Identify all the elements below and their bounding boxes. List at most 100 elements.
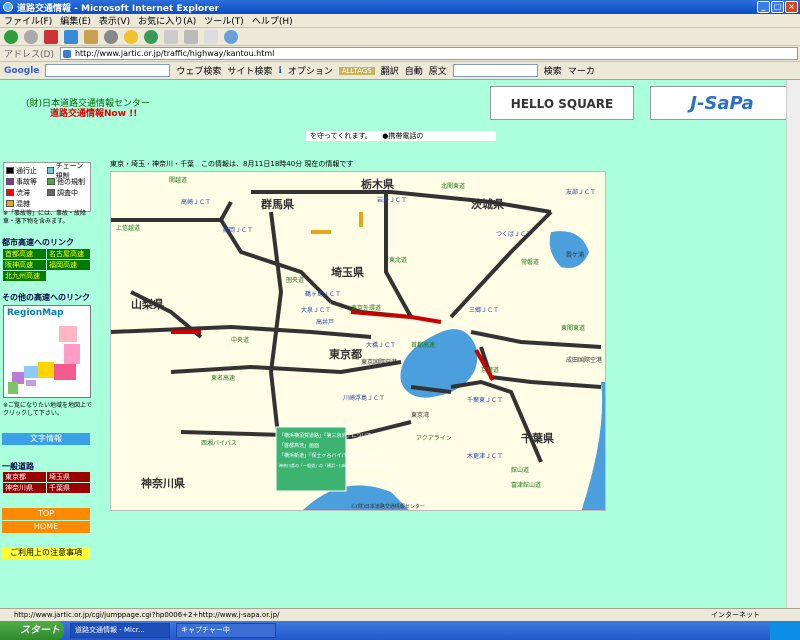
- info-box-line3: 「横浜新道」「保土ヶ谷バイパス」について: [279, 452, 376, 459]
- jam-gaikan: [350, 310, 412, 319]
- maximize-button[interactable]: □: [771, 1, 784, 13]
- stop-icon[interactable]: [44, 29, 58, 44]
- traffic-map[interactable]: 「横浜横須賀道路」「第三京浜」について 「首都高速」画面 「横浜新道」「保土ヶ谷…: [110, 171, 606, 511]
- legend-jam: 渋滞: [16, 188, 30, 197]
- traffic-legend: 通行止 チェーン規制 事故等 他の規制 渋滞 調査中 混雑: [3, 162, 91, 212]
- legend-accident: 事故等: [16, 177, 37, 186]
- site-search-button[interactable]: サイト検索: [227, 64, 272, 77]
- print-icon[interactable]: [184, 29, 198, 44]
- link-nagoya[interactable]: 名古屋高速: [47, 249, 90, 259]
- chain-swatch: [47, 167, 54, 174]
- top-button[interactable]: TOP: [2, 508, 90, 520]
- menu-file[interactable]: ファイル(F): [4, 14, 52, 27]
- road-label-kitakanto: 北関東道: [441, 182, 465, 190]
- start-button[interactable]: スタート: [0, 621, 64, 640]
- auto-button[interactable]: 自動: [405, 64, 423, 77]
- forward-icon[interactable]: [24, 29, 38, 44]
- kasumigaura: [549, 231, 589, 268]
- label-gunma: 群馬県: [260, 197, 294, 211]
- menu-view[interactable]: 表示(V): [99, 14, 130, 27]
- menu-favorites[interactable]: お気に入り(A): [138, 14, 196, 27]
- link-kitakyushu[interactable]: 北九州高速: [3, 271, 46, 281]
- address-bar: アドレス(D) http://www.jartic.or.jp/traffic/…: [0, 46, 800, 62]
- link-saitama[interactable]: 埼玉県: [47, 472, 90, 482]
- mail-icon[interactable]: [164, 29, 178, 44]
- vertical-scrollbar[interactable]: [786, 80, 800, 608]
- news-ticker: を守ってくれます。 ●携帯電話の: [306, 131, 496, 141]
- back-icon[interactable]: [4, 29, 18, 44]
- window-titlebar: 道路交通情報 - Microsoft Internet Explorer _ □…: [0, 0, 800, 14]
- messenger-icon[interactable]: [224, 29, 238, 44]
- link-fukuoka[interactable]: 福岡高速: [47, 260, 90, 270]
- survey-swatch: [47, 189, 55, 196]
- link-shutoko[interactable]: 首都高速: [3, 249, 46, 259]
- home-button[interactable]: HOME: [2, 521, 90, 533]
- label-narita: 成田国際空港: [566, 356, 602, 364]
- pacific-ocean: [581, 382, 605, 510]
- jct-kisarazu: 木更津ＪＣＴ: [467, 452, 503, 460]
- region-hokkaido[interactable]: [59, 326, 77, 342]
- urban-links: 首都高速 名古屋高速 阪神高速 福岡高速 北九州高速: [3, 249, 90, 281]
- link-hanshin[interactable]: 阪神高速: [3, 260, 46, 270]
- address-input[interactable]: http://www.jartic.or.jp/traffic/highway/…: [59, 47, 798, 60]
- search-icon[interactable]: [104, 29, 118, 44]
- status-url: http://www.jartic.or.jp/cgi/jumppage.cgi…: [14, 611, 280, 619]
- link-tokyo[interactable]: 東京都: [3, 472, 46, 482]
- region-tohoku[interactable]: [64, 344, 80, 364]
- options-button[interactable]: オプション: [288, 64, 333, 77]
- road-label-joshinetsu: 上信越道: [116, 224, 140, 232]
- road-label-keiyo: 京葉道: [481, 366, 499, 374]
- other-heading: その他の高速へのリンク: [2, 293, 90, 302]
- jct-oizumi: 大泉ＪＣＴ: [301, 306, 331, 314]
- window-title: 道路交通情報 - Microsoft Internet Explorer: [17, 3, 220, 14]
- region-shikoku[interactable]: [26, 380, 36, 386]
- page-content: (財)日本道路交通情報センター 道路交通情報Now !! HELLO SQUAR…: [0, 80, 800, 608]
- road-joshinetsu: [111, 201, 233, 222]
- jsapa-banner[interactable]: J-SaPa: [650, 86, 794, 120]
- label-tokyo: 東京都: [329, 347, 362, 361]
- region-chubu[interactable]: [38, 362, 54, 378]
- minimize-button[interactable]: _: [757, 1, 770, 13]
- link-chiba[interactable]: 千葉県: [47, 483, 90, 493]
- link-kanagawa[interactable]: 神奈川県: [3, 483, 46, 493]
- history-icon[interactable]: [144, 29, 158, 44]
- original-button[interactable]: 原文: [429, 64, 447, 77]
- region-map[interactable]: RegionMap: [3, 305, 91, 398]
- refresh-icon[interactable]: [64, 29, 78, 44]
- region-kinki[interactable]: [24, 366, 38, 378]
- hello-square-banner[interactable]: HELLO SQUARE: [490, 86, 634, 120]
- region-kanto[interactable]: [54, 364, 76, 380]
- info-icon[interactable]: ℹ: [278, 66, 281, 76]
- translate-button[interactable]: 翻訳: [381, 64, 399, 77]
- region-kyushu[interactable]: [8, 382, 18, 394]
- secondary-search-input[interactable]: [452, 64, 538, 77]
- region-map-title: RegionMap: [7, 308, 64, 318]
- road-tateyama: [450, 379, 543, 463]
- info-box-line2: 「首都高速」画面: [279, 442, 319, 449]
- google-search-input[interactable]: [45, 64, 171, 77]
- text-info-button[interactable]: 文字情報: [2, 433, 90, 445]
- notice-button[interactable]: ご利用上の注意事項: [2, 547, 90, 559]
- label-chiba: 千葉県: [521, 431, 554, 445]
- jct-takaido: 高井戸: [316, 318, 334, 326]
- search-button[interactable]: 検索: [544, 64, 562, 77]
- menu-tools[interactable]: ツール(T): [204, 14, 244, 27]
- road-label-higashikanto: 東関東道: [561, 324, 585, 332]
- task-capture[interactable]: キャプチャー中: [176, 623, 276, 638]
- legend-note: ※「事故等」には、事故・故障車・落下物を含みます。: [3, 210, 87, 225]
- favorites-icon[interactable]: [124, 29, 138, 44]
- task-ie[interactable]: 道路交通情報 - Micr...: [70, 623, 170, 638]
- google-logo[interactable]: Google: [4, 66, 39, 76]
- closed-swatch: [6, 167, 14, 174]
- road-label-joban: 常磐道: [521, 258, 539, 266]
- home-icon[interactable]: [84, 29, 98, 44]
- legend-other-reg: 他の規制: [57, 177, 85, 186]
- web-search-button[interactable]: ウェブ検索: [176, 64, 221, 77]
- edit-icon[interactable]: [204, 29, 218, 44]
- menu-edit[interactable]: 編集(E): [60, 14, 91, 27]
- system-tray: [770, 621, 800, 640]
- info-box-line1: 「横浜横須賀道路」「第三京浜」について: [279, 432, 371, 439]
- menu-help[interactable]: ヘルプ(H): [252, 14, 293, 27]
- marker-button[interactable]: マーカ: [568, 64, 595, 77]
- close-button[interactable]: ×: [785, 1, 798, 13]
